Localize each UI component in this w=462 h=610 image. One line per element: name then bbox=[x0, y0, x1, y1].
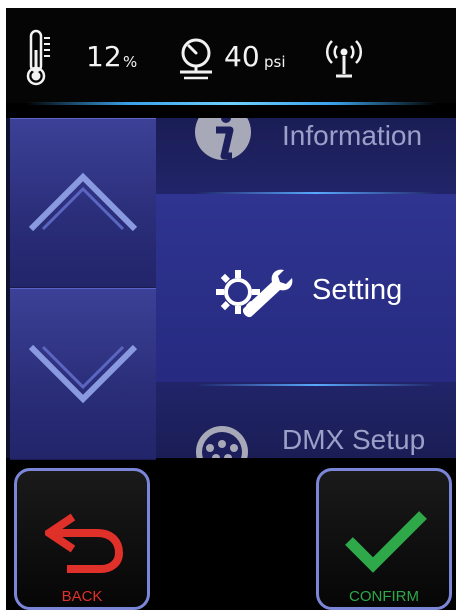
scroll-up-button[interactable] bbox=[10, 118, 156, 288]
wireless-antenna-icon bbox=[325, 40, 363, 78]
menu-item-label: DMX Setup bbox=[282, 424, 426, 455]
pressure-unit: psi bbox=[264, 53, 286, 71]
checkmark-icon bbox=[345, 511, 427, 573]
scroll-down-button[interactable] bbox=[10, 288, 156, 460]
pressure-gauge-icon bbox=[180, 38, 212, 80]
undo-arrow-icon bbox=[45, 513, 124, 573]
scroll-controls bbox=[10, 118, 156, 460]
device-screen: 12 % 40 psi Information Setting DMX Setu… bbox=[6, 8, 456, 610]
back-button-label: BACK bbox=[61, 588, 103, 605]
gear-wrench-icon bbox=[216, 269, 293, 318]
confirm-button[interactable]: CONFIRM bbox=[316, 468, 452, 610]
status-bar: 12 % 40 psi bbox=[6, 8, 456, 105]
dmx-connector-icon bbox=[196, 426, 248, 458]
back-button[interactable]: BACK bbox=[14, 468, 150, 610]
pressure-value: 40 bbox=[224, 40, 260, 73]
humidity-unit: % bbox=[123, 53, 138, 71]
action-bar: BACK CONFIRM bbox=[6, 460, 456, 610]
confirm-button-label: CONFIRM bbox=[349, 588, 419, 605]
menu-item-information[interactable]: Information bbox=[156, 118, 456, 190]
menu-item-label: Setting bbox=[312, 274, 403, 306]
info-icon bbox=[195, 118, 251, 160]
menu-item-dmx-setup[interactable]: DMX Setup bbox=[156, 386, 456, 458]
menu-item-label: Information bbox=[282, 120, 423, 151]
menu-list: Information Setting DMX Setup bbox=[156, 118, 456, 458]
menu-panel: Information Setting DMX Setup bbox=[6, 118, 456, 460]
humidity-value: 12 bbox=[86, 40, 122, 73]
chevron-down-icon bbox=[28, 344, 138, 404]
thermometer-icon bbox=[26, 29, 50, 86]
status-divider bbox=[26, 102, 436, 105]
menu-item-setting[interactable]: Setting bbox=[156, 194, 456, 382]
chevron-up-icon bbox=[28, 172, 138, 232]
